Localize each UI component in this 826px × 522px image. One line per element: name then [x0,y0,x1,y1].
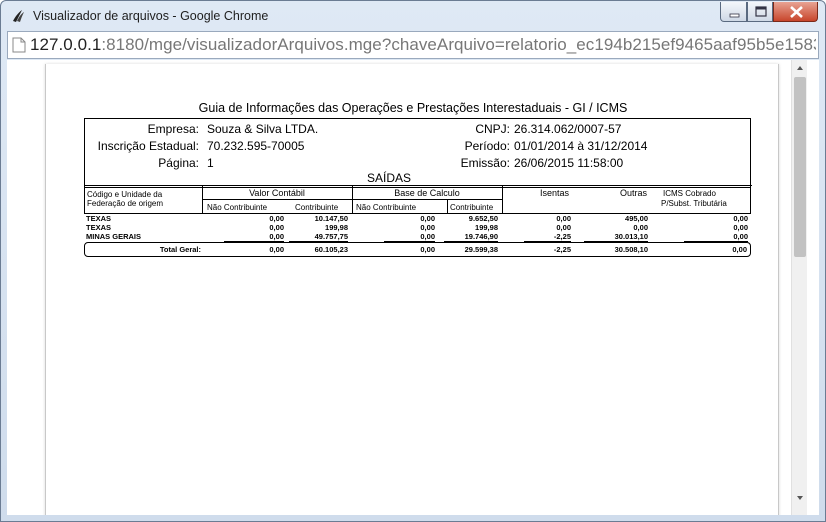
inscricao-label: Inscrição Estadual: [97,139,199,153]
cell-bc-nc: 0,00 [420,214,435,223]
header-outras: Outras [620,188,648,198]
pagina-label: Página: [158,156,199,170]
cell-bc-c: 19.746,90 [444,232,498,242]
cnpj-value: 26.314.062/0007-57 [514,122,622,136]
header-vc-contribuinte: Contribuinte [295,203,339,212]
total-isentas: -2,25 [553,245,571,254]
cell-vc-nc: 0,00 [269,223,284,232]
table-row: MINAS GERAIS 0,00 49.757,75 0,00 19.746,… [84,232,751,242]
cell-outras: 495,00 [625,214,648,223]
content-viewport: Guia de Informações das Operações e Pres… [7,60,819,515]
total-icms: 0,00 [732,245,747,254]
total-row: Total Geral: 0,00 60.105,23 0,00 29.599,… [84,242,751,257]
maximize-button[interactable] [747,2,773,22]
subheader-line [202,199,352,200]
cell-icms: 0,00 [684,232,748,242]
periodo-value: 01/01/2014 à 31/12/2014 [514,139,648,153]
header-origem-1: Código e Unidade da [87,190,163,199]
cell-vc-c: 49.757,75 [289,232,348,242]
cell-uf: TEXAS [86,214,112,223]
col-divider [447,199,448,214]
report-page: Guia de Informações das Operações e Pres… [45,64,779,515]
scrollbar-thumb[interactable] [794,77,806,257]
header-origem-2: Federação de origem [87,199,164,208]
window-title: Visualizador de arquivos - Google Chrome [33,9,269,23]
subheader-line [352,199,502,200]
cell-outras: 30.013,10 [584,232,648,242]
cell-uf: MINAS GERAIS [86,232,142,241]
cell-bc-c: 9.652,50 [468,214,498,223]
report-title: Guia de Informações das Operações e Pres… [198,101,628,115]
total-bc-c: 29.599,38 [464,245,498,254]
cell-icms: 0,00 [733,223,748,232]
cell-bc-nc: 0,00 [384,232,435,242]
header-valor-contabil: Valor Contábil [249,188,305,198]
emissao-label: Emissão: [460,156,510,170]
header-bc-contribuinte: Contribuinte [450,203,494,212]
cell-bc-nc: 0,00 [420,223,435,232]
header-bc-nao-contribuinte: Não Contribuinte [356,203,417,212]
viewer-canvas: Guia de Informações das Operações e Pres… [7,60,791,515]
close-icon [790,6,803,18]
close-button[interactable] [773,2,818,22]
cell-uf: TEXAS [86,223,112,232]
cell-vc-nc: 0,00 [269,214,284,223]
url-host: 127.0.0.1 [30,35,102,54]
total-vc-nc: 0,00 [269,245,284,254]
scroll-up-icon[interactable] [792,60,808,76]
address-bar[interactable]: 127.0.0.1:8180/mge/visualizadorArquivos.… [7,31,819,59]
header-icms-1: ICMS Cobrado [663,189,716,198]
cell-outras: 0,00 [633,223,648,232]
section-title: SAÍDAS [366,171,411,185]
total-vc-c: 60.105,23 [314,245,348,254]
empresa-label: Empresa: [147,122,199,136]
url-path: :8180/mge/visualizadorArquivos.mge?chave… [101,35,816,54]
cnpj-label: CNPJ: [475,122,510,136]
header-vc-nao-contribuinte: Não Contribuinte [207,203,268,212]
vertical-scrollbar[interactable] [791,60,807,515]
cell-bc-c: 199,98 [475,223,498,232]
col-divider [502,185,503,214]
cell-vc-nc: 0,00 [224,232,284,242]
chrome-app-icon [13,10,24,22]
minimize-icon [729,13,740,18]
emissao-value: 26/06/2015 11:58:00 [514,156,624,170]
url-text[interactable]: 127.0.0.1:8180/mge/visualizadorArquivos.… [30,35,816,55]
cell-icms: 0,00 [733,214,748,223]
total-outras: 30.508,10 [614,245,648,254]
cell-isentas: 0,00 [556,223,571,232]
table-row: TEXAS 0,00 10.147,50 0,00 9.652,50 0,00 … [84,214,751,223]
header-icms-2: P/Subst. Tributária [661,199,727,208]
table-row: TEXAS 0,00 199,98 0,00 199,98 0,00 0,00 … [84,223,751,232]
cell-isentas: 0,00 [556,214,571,223]
total-label: Total Geral: [159,245,201,254]
table-top-line [85,185,752,186]
empresa-value: Souza & Silva LTDA. [207,122,319,136]
cell-isentas: -2,25 [524,232,571,242]
scroll-down-icon[interactable] [792,490,808,506]
periodo-label: Período: [464,139,510,153]
total-bc-nc: 0,00 [420,245,435,254]
header-isentas: Isentas [540,188,570,198]
pagina-value: 1 [207,156,214,170]
title-bar[interactable]: Visualizador de arquivos - Google Chrome [1,1,825,31]
browser-window: Visualizador de arquivos - Google Chrome… [0,0,826,522]
minimize-button[interactable] [720,2,747,22]
cell-vc-c: 199,98 [325,223,348,232]
maximize-icon [755,6,767,17]
page-icon [12,37,26,53]
inscricao-value: 70.232.595-70005 [207,139,305,153]
header-base-calculo: Base de Calculo [394,188,460,198]
table-header: Código e Unidade da Federação de origem … [84,185,752,214]
cell-vc-c: 10.147,50 [314,214,348,223]
